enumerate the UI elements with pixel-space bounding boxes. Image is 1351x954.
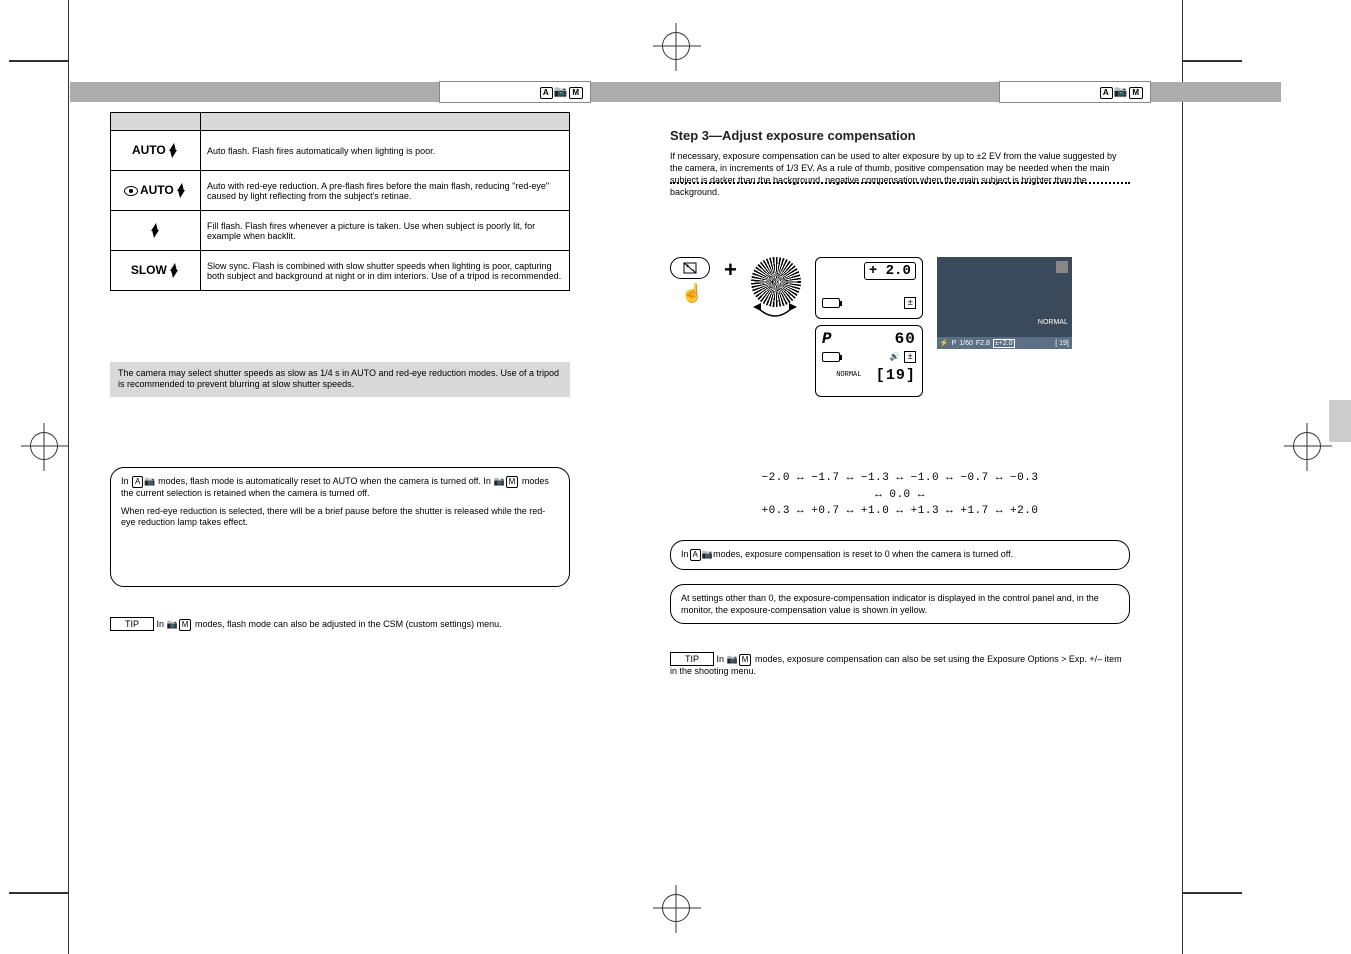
flash-row-0-icon: AUTO — [111, 131, 201, 171]
note-line-1: In A📷 modes, flash mode is automatically… — [121, 476, 559, 500]
monitor-fnumber: F2.8 — [976, 340, 990, 347]
flash-row-0-desc: Auto flash. Flash fires automatically wh… — [201, 131, 570, 171]
bolt-icon — [169, 143, 179, 159]
monitor-shutter: 1/60 — [959, 340, 973, 347]
flash-mode-note-box: In A📷 modes, flash mode is automatically… — [110, 467, 570, 587]
mode-indicator: A📷M — [1099, 85, 1144, 99]
left-tip: TIP In 📷M modes, flash mode can also be … — [110, 617, 570, 631]
lcd-quality: NORMAL — [836, 371, 861, 379]
tip-label: TIP — [110, 617, 154, 631]
left-header-mode-box: A📷M — [440, 82, 590, 102]
ev-button[interactable]: +− — [670, 257, 710, 279]
bolt-icon — [170, 263, 180, 279]
monitor-mode: P — [952, 340, 957, 347]
monitor-preview: NORMAL ⚡ P 1/60 F2.8 ±+2.0 [ 19] — [937, 257, 1072, 349]
th-icon — [111, 113, 201, 131]
bolt-icon — [151, 223, 161, 239]
bolt-icon — [177, 183, 187, 199]
monitor-quality: NORMAL — [1038, 319, 1068, 326]
step-3-heading: Step 3—Adjust exposure compensation — [670, 128, 916, 143]
dial-rotation-arrow — [753, 301, 797, 321]
registration-mark-bottom — [662, 894, 690, 922]
note-line-2: When red-eye reduction is selected, ther… — [121, 506, 559, 529]
plus-icon: + — [724, 257, 737, 283]
flash-row-3-icon: SLOW — [111, 251, 201, 291]
battery-icon — [822, 352, 840, 362]
af-area-icon — [1056, 261, 1068, 273]
flash-row-2-icon — [111, 211, 201, 251]
ev-indicator-note: At settings other than 0, the exposure-c… — [670, 584, 1130, 624]
control-panel-main: P 60 🔊 ± NORMAL [19] — [815, 325, 923, 397]
ev-indicator-icon: ± — [904, 297, 915, 309]
registration-mark-top — [662, 32, 690, 60]
slow-shutter-warning: The camera may select shutter speeds as … — [110, 362, 570, 397]
flash-row-1-desc: Auto with red-eye reduction. A pre-flash… — [201, 171, 570, 211]
battery-icon — [822, 298, 840, 308]
ev-reset-note: In A📷 modes, exposure compensation is re… — [670, 540, 1130, 570]
monitor-ev-box: ±+2.0 — [993, 339, 1015, 348]
control-panel-ev: + 2.0 ± — [815, 257, 923, 319]
right-header-mode-box: A📷M — [1000, 82, 1150, 102]
mode-indicator: A📷M — [539, 85, 584, 99]
monitor-shots: [ 19] — [1055, 340, 1069, 347]
lcd-shutter: 60 — [895, 330, 916, 348]
ev-steps-sequence: −2.0 ↔ −1.7 ↔ −1.3 ↔ −1.0 ↔ −0.7 ↔ −0.3 … — [670, 470, 1130, 520]
tip-label: TIP — [670, 652, 714, 666]
right-tip: TIP In 📷M modes, exposure compensation c… — [670, 652, 1130, 676]
svg-text:−: − — [691, 268, 695, 274]
command-dial[interactable] — [751, 257, 801, 307]
monitor-status-strip: ⚡ P 1/60 F2.8 ±+2.0 [ 19] — [937, 337, 1072, 349]
registration-mark-right — [1293, 432, 1321, 460]
lcd-ev-value: + 2.0 — [864, 262, 916, 280]
eye-icon — [124, 186, 138, 196]
ev-illustration: +− + + 2.0 ± — [670, 257, 1072, 397]
flash-mode-table: AUTO Auto flash. Flash fires automatical… — [110, 112, 570, 291]
registration-mark-left — [30, 432, 58, 460]
dotted-divider — [670, 182, 1130, 184]
monitor-flash-icon: ⚡ — [940, 339, 949, 347]
svg-text:+: + — [686, 264, 690, 270]
hand-icon — [677, 285, 703, 307]
exposure-compensation-paragraph: If necessary, exposure compensation can … — [670, 150, 1130, 199]
th-desc — [201, 113, 570, 131]
lcd-mode: P — [822, 330, 833, 348]
page-edge-tab — [1329, 400, 1351, 442]
flash-row-2-desc: Fill flash. Flash fires whenever a pictu… — [201, 211, 570, 251]
flash-row-1-icon: AUTO — [111, 171, 201, 211]
flash-row-3-desc: Slow sync. Flash is combined with slow s… — [201, 251, 570, 291]
